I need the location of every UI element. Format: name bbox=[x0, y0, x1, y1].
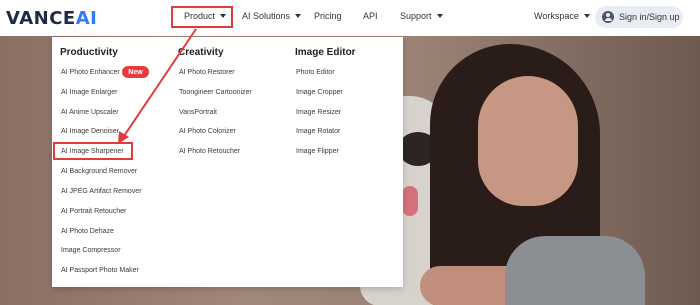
menu-toongineer-cartoonizer[interactable]: Toongineer Cartoonizer bbox=[179, 89, 252, 96]
nav-api[interactable]: API bbox=[363, 11, 378, 21]
menu-ai-image-denoiser[interactable]: AI Image Denoiser bbox=[61, 128, 119, 135]
menu-photo-editor[interactable]: Photo Editor bbox=[296, 69, 335, 76]
woman-face bbox=[478, 76, 578, 206]
menu-ai-photo-restorer[interactable]: AI Photo Restorer bbox=[179, 69, 235, 76]
nav-ai-solutions[interactable]: AI Solutions bbox=[242, 11, 302, 21]
creativity-heading: Creativity bbox=[178, 47, 224, 58]
menu-ai-anime-upscaler[interactable]: AI Anime Upscaler bbox=[61, 109, 119, 116]
chevron-down-icon bbox=[583, 13, 590, 18]
menu-ai-photo-enhancer[interactable]: AI Photo Enhancer bbox=[61, 69, 120, 76]
menu-vansportrait[interactable]: VansPortrait bbox=[179, 109, 217, 116]
menu-ai-jpeg-artifact-remover[interactable]: AI JPEG Artifact Remover bbox=[61, 188, 142, 195]
sharpener-highlight-box bbox=[53, 142, 133, 160]
new-badge: New bbox=[122, 66, 149, 78]
product-highlight-box bbox=[171, 6, 233, 28]
user-icon bbox=[602, 11, 614, 23]
menu-ai-photo-retoucher[interactable]: AI Photo Retoucher bbox=[179, 148, 240, 155]
menu-image-resizer[interactable]: Image Resizer bbox=[296, 109, 341, 116]
menu-ai-image-enlarger[interactable]: AI Image Enlarger bbox=[61, 89, 117, 96]
menu-image-flipper[interactable]: Image Flipper bbox=[296, 148, 339, 155]
top-navigation-bar: VANCEAI Product AI Solutions Pricing API… bbox=[0, 0, 700, 36]
productivity-heading: Productivity bbox=[60, 47, 118, 58]
chevron-down-icon bbox=[436, 13, 443, 18]
menu-image-rotator[interactable]: Image Rotator bbox=[296, 128, 340, 135]
menu-ai-portrait-retoucher[interactable]: AI Portrait Retoucher bbox=[61, 208, 126, 215]
menu-image-cropper[interactable]: Image Cropper bbox=[296, 89, 343, 96]
nav-workspace[interactable]: Workspace bbox=[534, 11, 590, 21]
menu-ai-photo-dehaze[interactable]: AI Photo Dehaze bbox=[61, 228, 114, 235]
nav-support[interactable]: Support bbox=[400, 11, 443, 21]
signin-button[interactable]: Sign in/Sign up bbox=[595, 6, 683, 28]
dog-tongue bbox=[402, 186, 418, 216]
menu-ai-photo-colorizer[interactable]: AI Photo Colorizer bbox=[179, 128, 236, 135]
nav-pricing[interactable]: Pricing bbox=[314, 11, 342, 21]
menu-ai-passport-photo-maker[interactable]: AI Passport Photo Maker bbox=[61, 267, 139, 274]
image-editor-heading: Image Editor bbox=[295, 47, 356, 58]
menu-image-compressor[interactable]: Image Compressor bbox=[61, 247, 121, 254]
vanceai-logo[interactable]: VANCEAI bbox=[6, 8, 97, 29]
menu-ai-background-remover[interactable]: AI Background Remover bbox=[61, 168, 137, 175]
chevron-down-icon bbox=[295, 13, 302, 18]
woman-shirt bbox=[505, 236, 645, 305]
